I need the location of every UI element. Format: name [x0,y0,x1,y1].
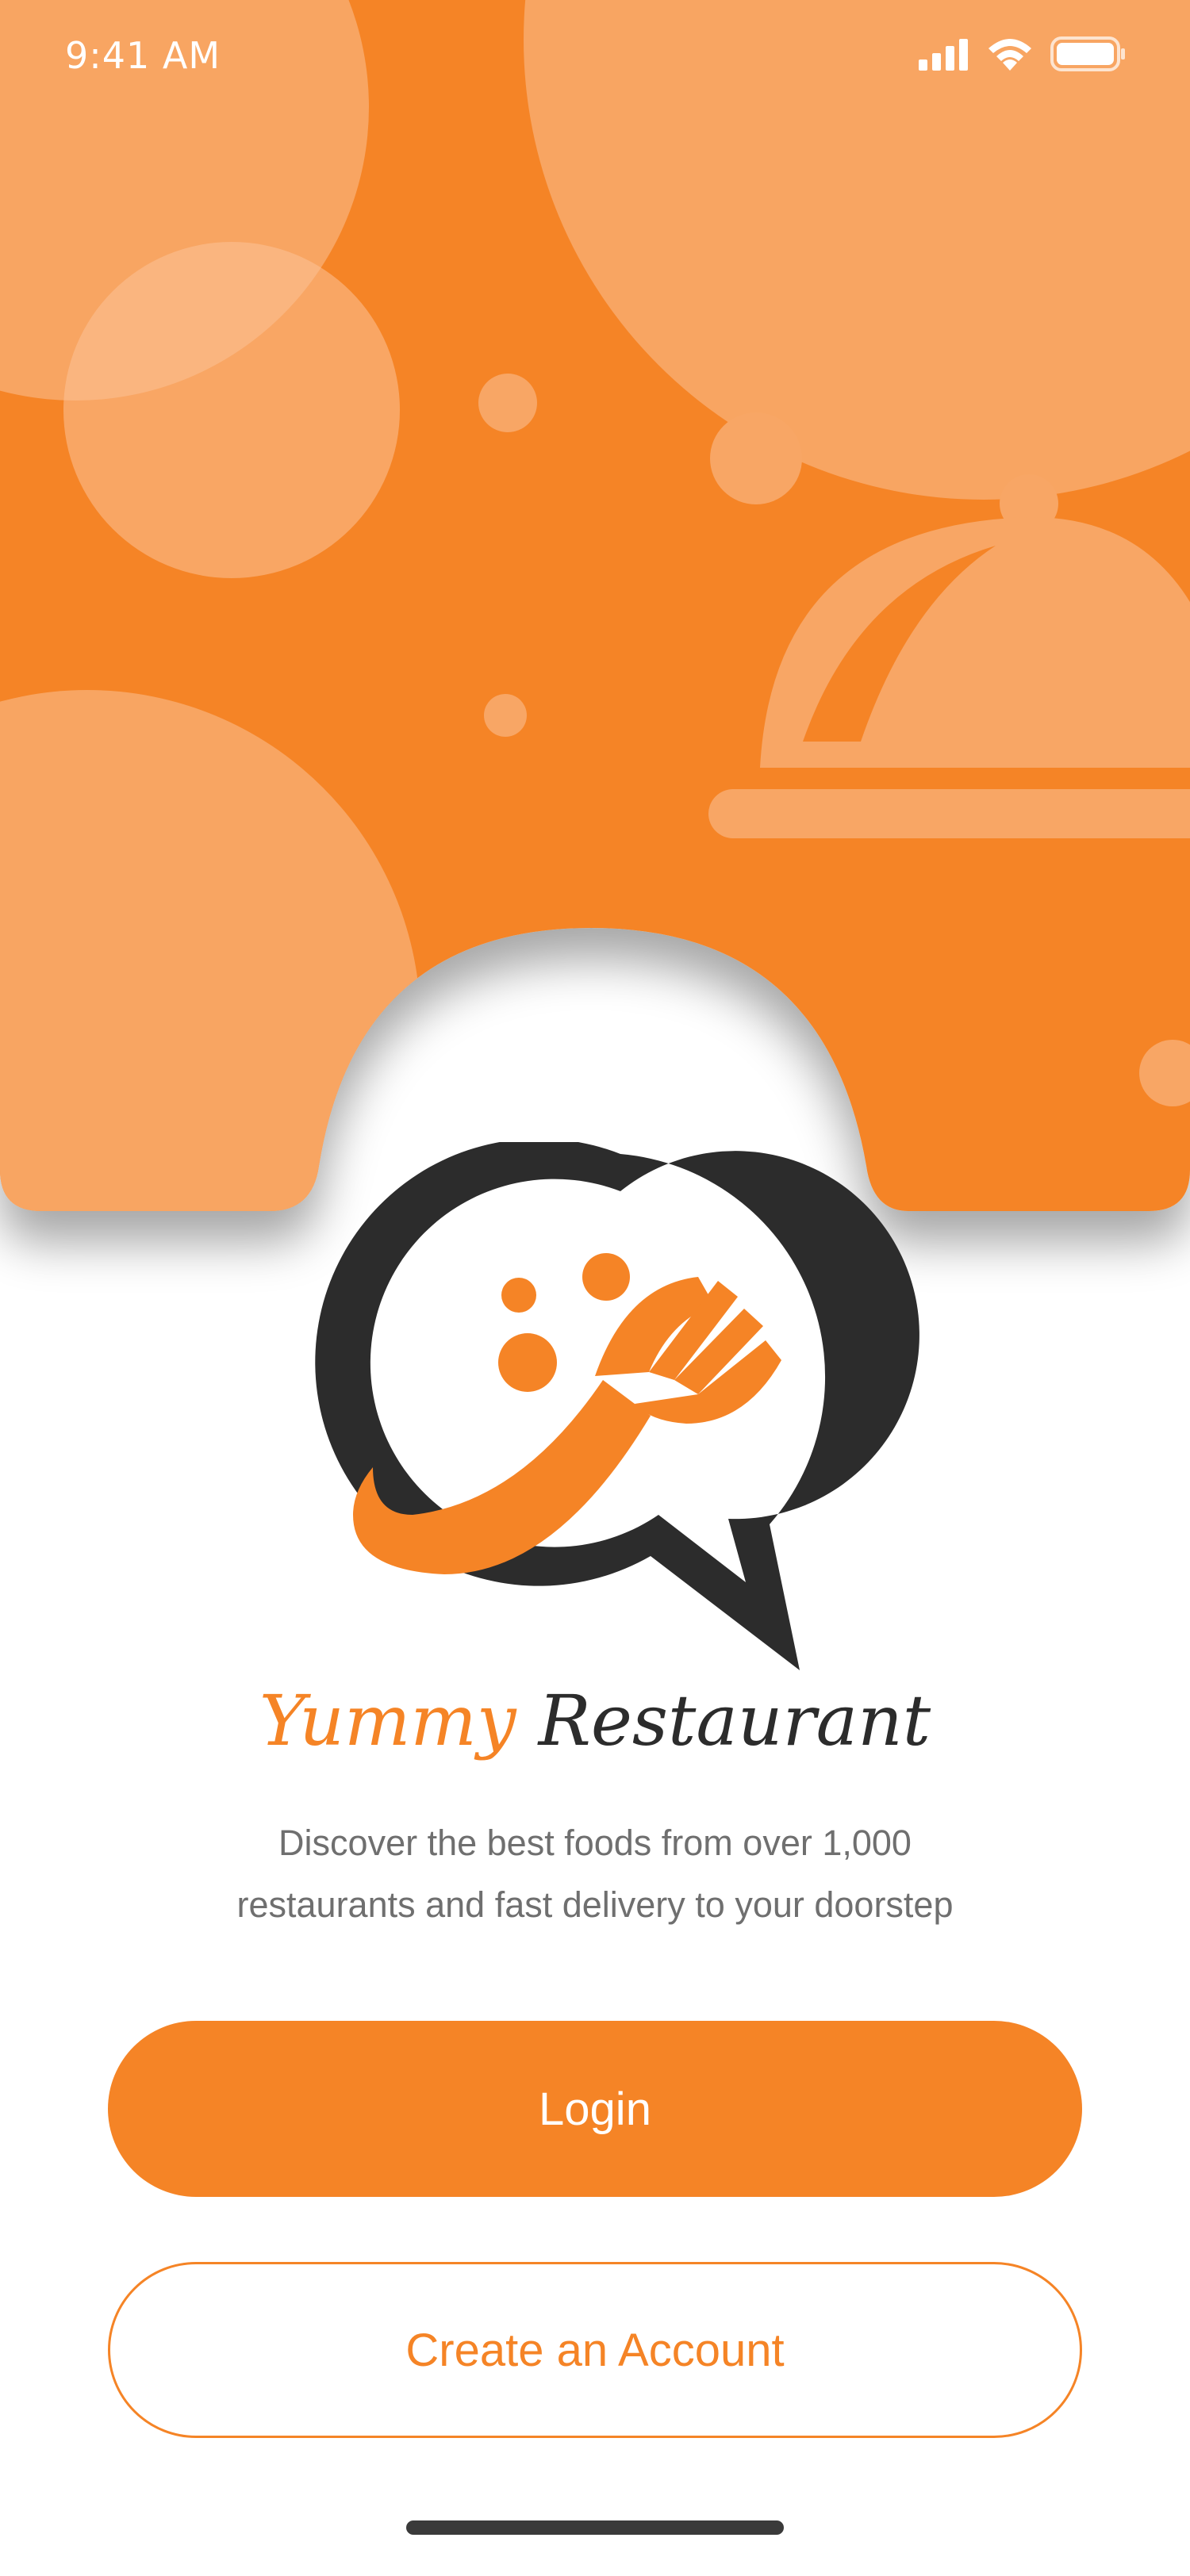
tagline: Discover the best foods from over 1,000 … [119,1812,1071,1936]
status-icons [919,32,1127,76]
brand-name-first: Yummy [259,1680,516,1761]
bubble-decoration [63,242,400,578]
wifi-icon [988,39,1031,71]
bubble-decoration [478,374,537,432]
hero-header [0,0,1190,1301]
home-indicator[interactable] [406,2520,784,2535]
bubble-decoration [710,412,802,504]
bubble-decoration [484,694,527,737]
brand-name-second: Restaurant [538,1680,931,1761]
status-bar: 9:41 AM [0,0,1190,111]
brand-title: Yummy Restaurant [0,1673,1190,1769]
create-account-button[interactable]: Create an Account [108,2262,1082,2438]
login-button[interactable]: Login [108,2021,1082,2197]
welcome-screen: 9:41 AM Yummy Restaurant Discover the be… [0,0,1190,2576]
status-time: 9:41 AM [65,34,221,77]
battery-icon [1050,36,1125,71]
signal-icon [919,39,968,71]
tagline-line-2: restaurants and fast delivery to your do… [236,1884,954,1925]
chat-bubble-fork-icon [315,1138,919,1670]
tagline-line-1: Discover the best foods from over 1,000 [278,1823,912,1863]
app-logo [0,1138,1190,1697]
